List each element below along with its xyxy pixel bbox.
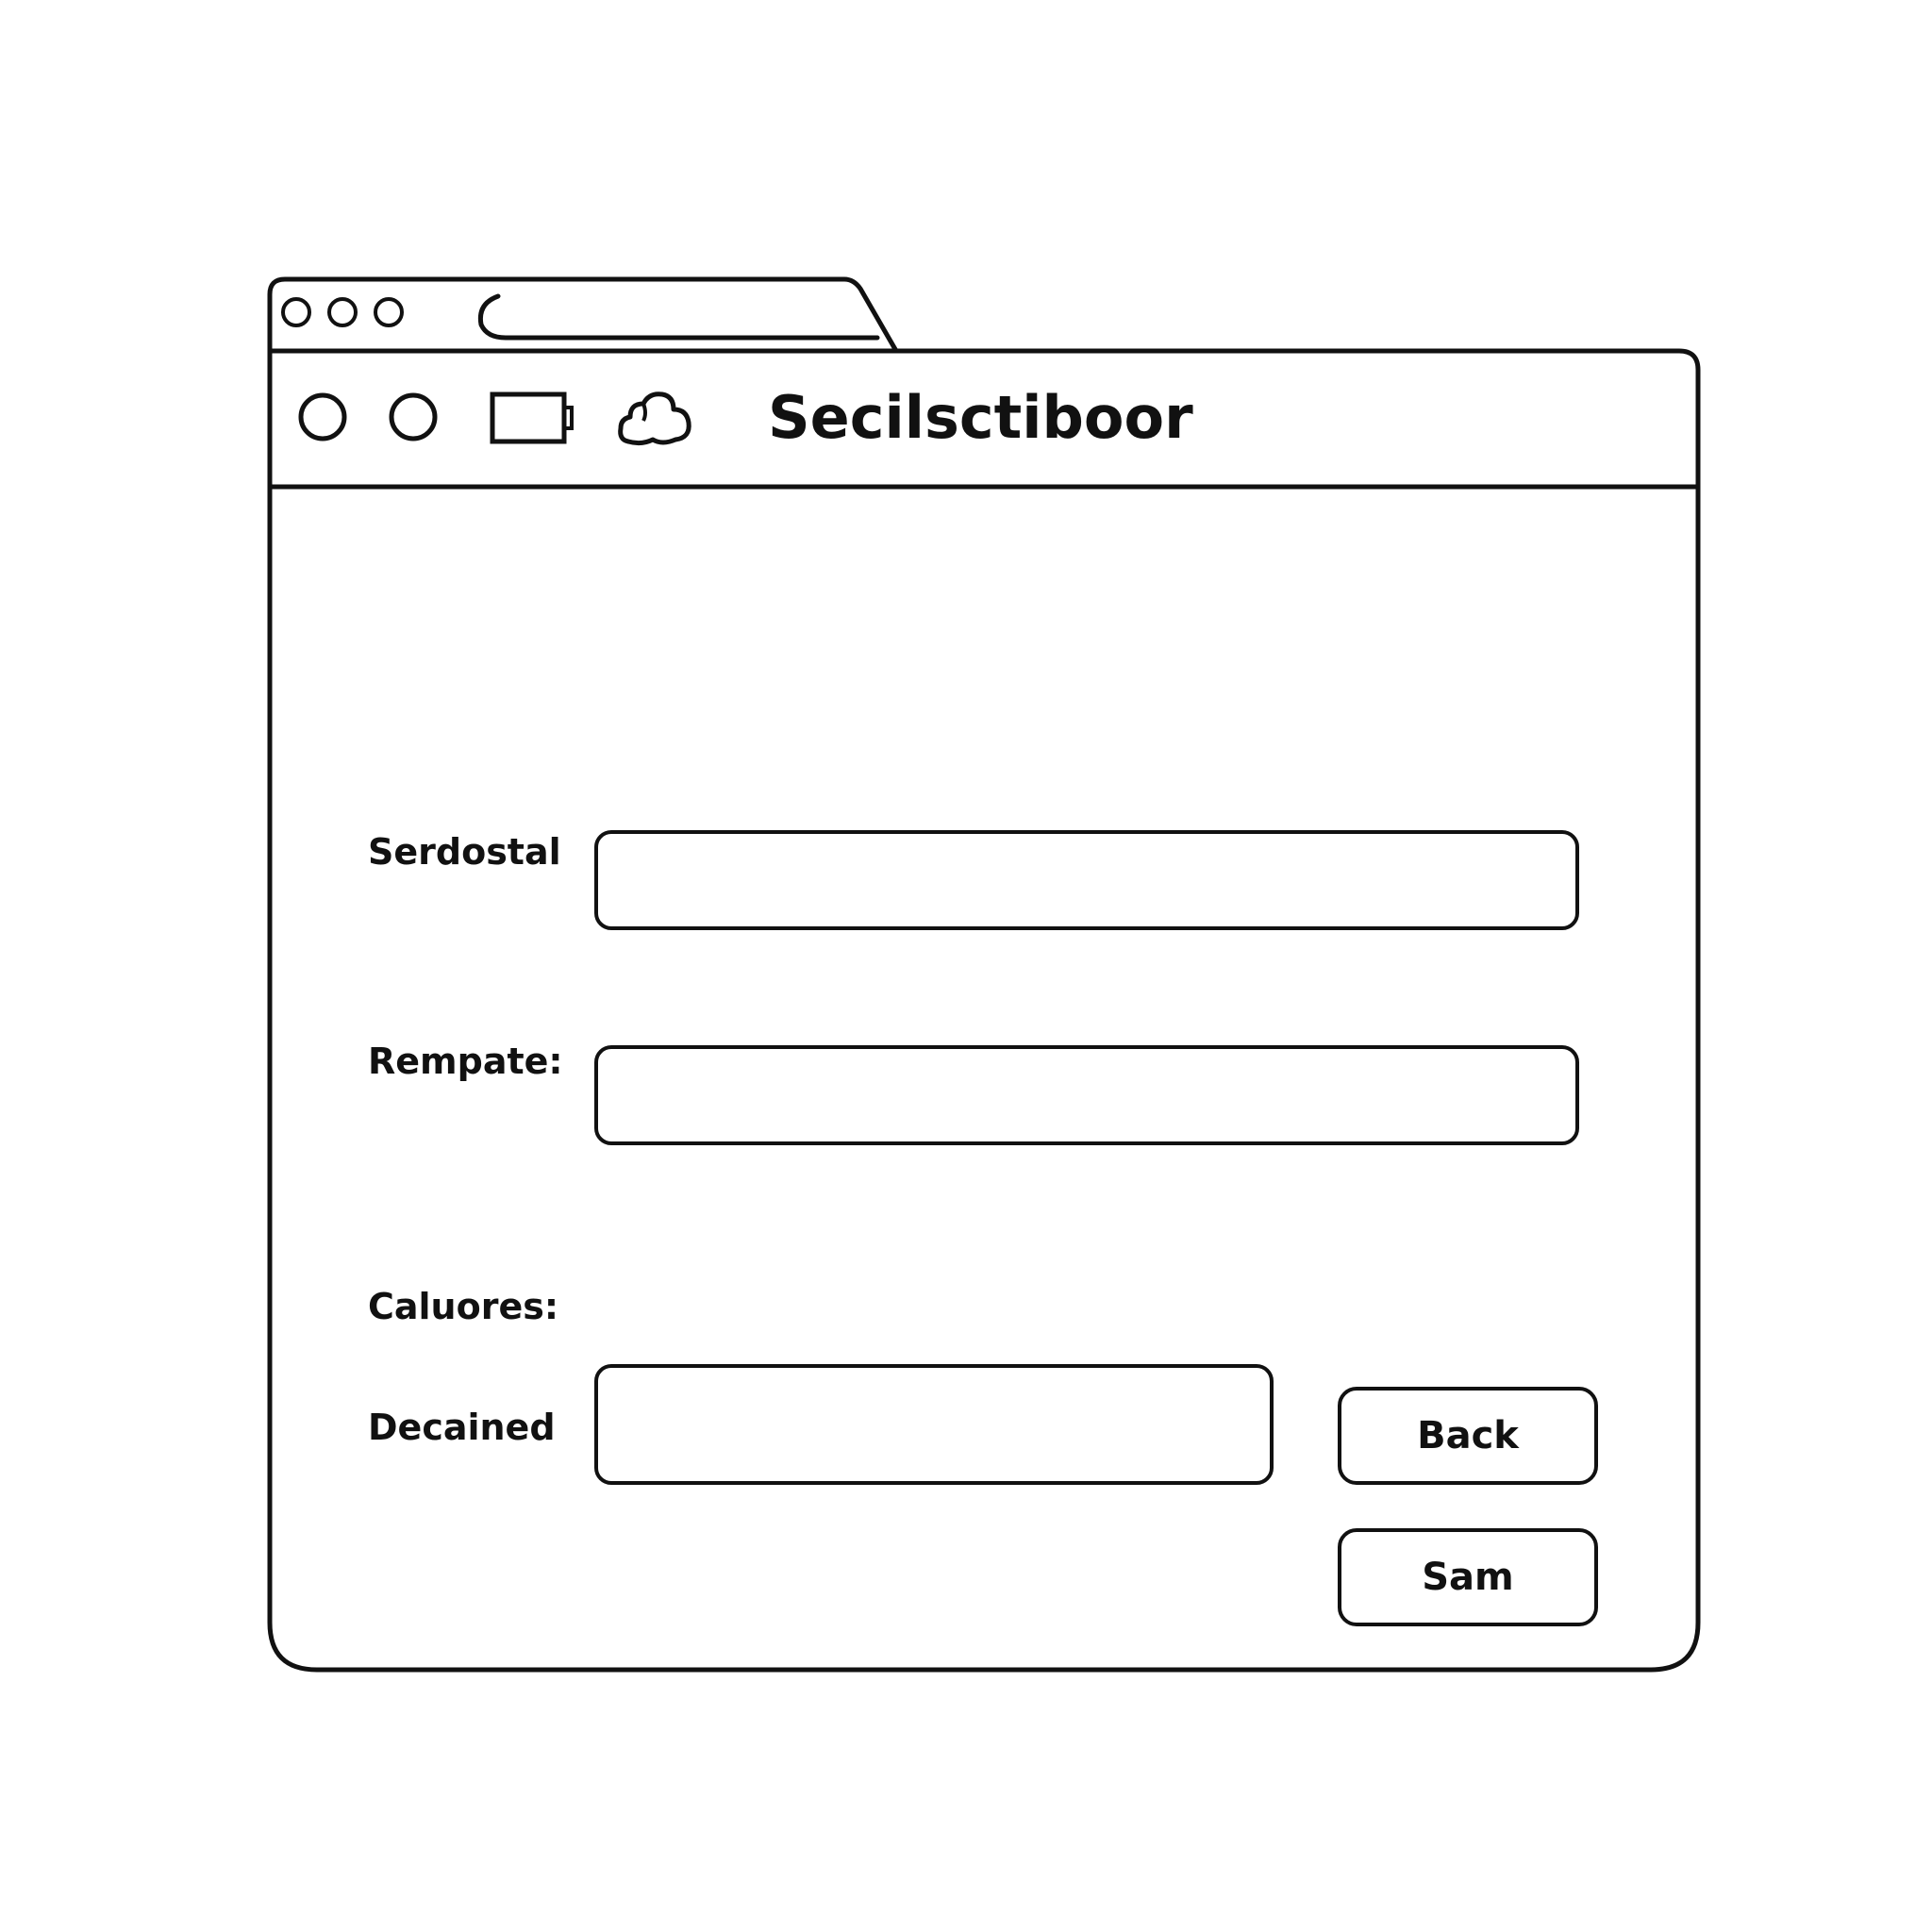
circle-icon[interactable]: [296, 391, 349, 443]
minimize-window-icon[interactable]: [325, 295, 359, 329]
cloud-icon[interactable]: [615, 385, 694, 449]
back-button[interactable]: Back: [1338, 1387, 1598, 1485]
field-label-serdostal: Serdostal: [368, 831, 561, 873]
field-label-rempate: Rempate:: [368, 1041, 563, 1082]
maximize-window-icon[interactable]: [372, 295, 406, 329]
section-label-caluores: Caluores:: [368, 1286, 559, 1327]
field-label-decained: Decained: [368, 1407, 556, 1448]
serdostal-input[interactable]: [594, 830, 1579, 930]
close-window-icon[interactable]: [279, 295, 313, 329]
address-bar[interactable]: [472, 291, 887, 343]
window-title: Secilsctiboor: [768, 383, 1193, 452]
window-frame: [267, 276, 1701, 1673]
sam-button[interactable]: Sam: [1338, 1528, 1598, 1626]
battery-icon[interactable]: [489, 389, 575, 447]
decained-input[interactable]: [594, 1364, 1274, 1485]
circle-icon[interactable]: [387, 391, 440, 443]
rempate-input[interactable]: [594, 1045, 1579, 1145]
